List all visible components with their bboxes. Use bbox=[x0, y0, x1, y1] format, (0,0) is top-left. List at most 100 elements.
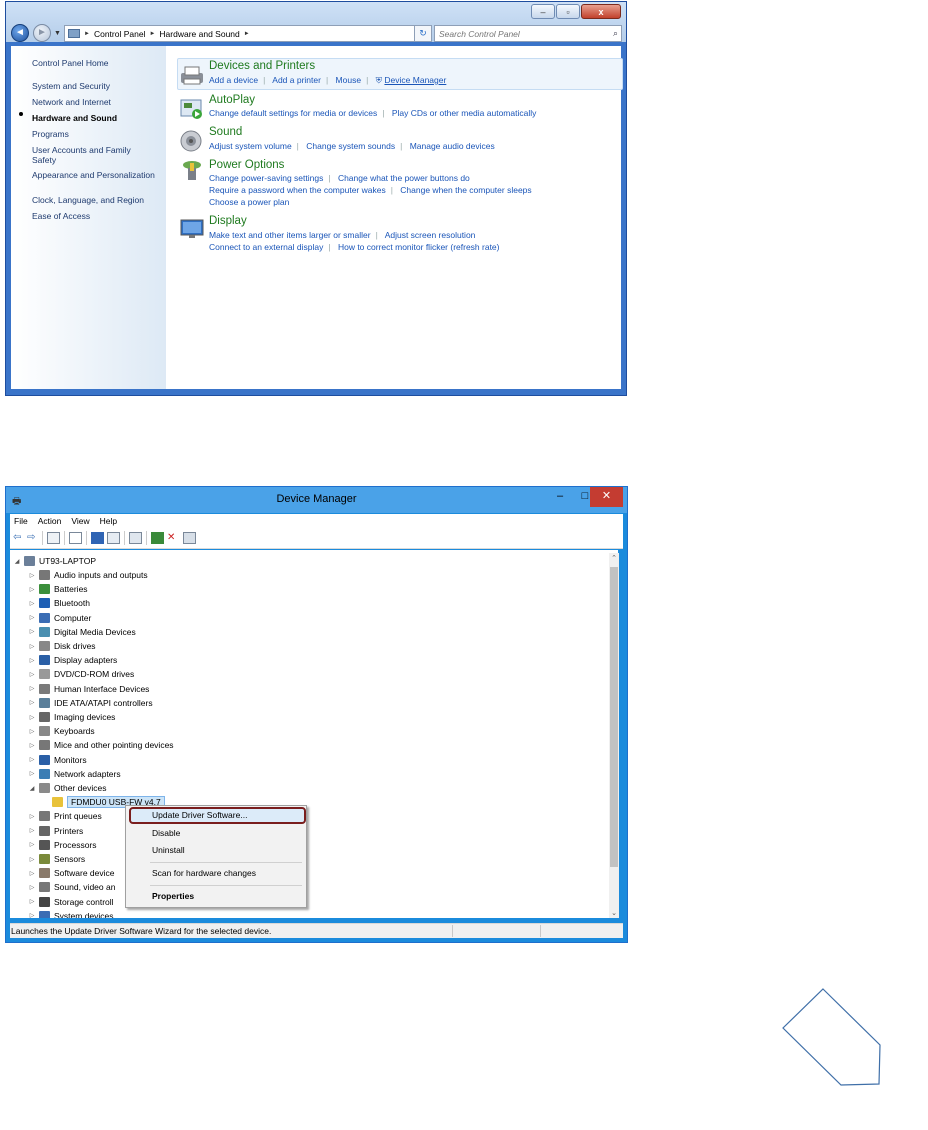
address-bar[interactable]: ► Control Panel ► Hardware and Sound ► ▼ bbox=[64, 25, 426, 42]
power-plan-link[interactable]: Choose a power plan bbox=[209, 197, 289, 207]
expand-icon[interactable]: ▷ bbox=[27, 614, 37, 621]
scroll-up-icon[interactable]: ⌃ bbox=[609, 554, 619, 562]
back-arrow-icon[interactable]: ⇦ bbox=[13, 532, 26, 544]
expand-icon[interactable]: ▷ bbox=[27, 643, 37, 650]
expand-icon[interactable]: ▷ bbox=[27, 600, 37, 607]
menu-action[interactable]: Action bbox=[34, 514, 68, 528]
require-password-link[interactable]: Require a password when the computer wak… bbox=[209, 185, 386, 195]
expand-icon[interactable]: ▷ bbox=[27, 657, 37, 664]
sidebar-item-user-accounts[interactable]: User Accounts and Family Safety bbox=[32, 145, 157, 165]
tree-item[interactable]: ▷ Network adapters bbox=[27, 767, 121, 781]
tree-item[interactable]: ▷ Processors bbox=[27, 838, 97, 852]
chevron-right-icon[interactable]: ► bbox=[244, 31, 250, 37]
tree-item[interactable]: ▷ Bluetooth bbox=[27, 596, 90, 610]
expand-icon[interactable]: ▷ bbox=[27, 813, 37, 820]
tree-item[interactable]: ▷ Batteries bbox=[27, 582, 88, 596]
scroll-thumb[interactable] bbox=[610, 567, 618, 867]
tree-item[interactable]: ▷ Imaging devices bbox=[27, 710, 115, 724]
uninstall-icon[interactable]: ✕ bbox=[167, 532, 180, 544]
add-device-link[interactable]: Add a device bbox=[209, 75, 258, 85]
menu-item-properties[interactable]: Properties bbox=[152, 891, 194, 901]
tree-item[interactable]: ▷ Disk drives bbox=[27, 639, 96, 653]
expand-icon[interactable]: ▷ bbox=[27, 827, 37, 834]
menu-item-update-driver[interactable]: Update Driver Software... bbox=[152, 810, 247, 820]
menu-view[interactable]: View bbox=[67, 514, 95, 528]
monitor-flicker-link[interactable]: How to correct monitor flicker (refresh … bbox=[338, 242, 500, 252]
show-hide-tree-icon[interactable] bbox=[47, 532, 60, 544]
menu-help[interactable]: Help bbox=[96, 514, 123, 528]
sidebar-item-home[interactable]: Control Panel Home bbox=[32, 58, 157, 68]
menu-file[interactable]: File bbox=[10, 514, 34, 528]
minimize-button[interactable]: ‒ bbox=[531, 4, 555, 19]
tree-item[interactable]: ▷ IDE ATA/ATAPI controllers bbox=[27, 696, 153, 710]
sidebar-item-clock-region[interactable]: Clock, Language, and Region bbox=[32, 195, 157, 205]
help-icon[interactable] bbox=[91, 532, 104, 544]
expand-icon[interactable]: ▷ bbox=[27, 714, 37, 721]
refresh-button[interactable]: ↻ bbox=[414, 25, 432, 42]
collapse-icon[interactable]: ◢ bbox=[12, 558, 22, 565]
category-display-title[interactable]: Display bbox=[209, 215, 247, 227]
forward-arrow-icon[interactable]: ⇨ bbox=[27, 532, 40, 544]
view-icon[interactable] bbox=[107, 532, 120, 544]
category-power-title[interactable]: Power Options bbox=[209, 159, 284, 171]
tree-item[interactable]: ▷ System devices bbox=[27, 909, 114, 918]
tree-item[interactable]: ▷ Audio inputs and outputs bbox=[27, 568, 148, 582]
expand-icon[interactable]: ▷ bbox=[27, 756, 37, 763]
expand-icon[interactable]: ▷ bbox=[27, 770, 37, 777]
expand-icon[interactable]: ▷ bbox=[27, 742, 37, 749]
maximize-button[interactable]: ▫ bbox=[556, 4, 580, 19]
search-box[interactable]: ⌕ bbox=[434, 25, 622, 42]
forward-button[interactable]: ► bbox=[33, 24, 51, 42]
expand-icon[interactable]: ▷ bbox=[27, 685, 37, 692]
menu-item-scan[interactable]: Scan for hardware changes bbox=[152, 868, 256, 878]
sidebar-item-appearance[interactable]: Appearance and Personalization bbox=[32, 170, 157, 180]
search-icon[interactable]: ⌕ bbox=[613, 28, 618, 39]
adjust-volume-link[interactable]: Adjust system volume bbox=[209, 141, 292, 151]
expand-icon[interactable]: ▷ bbox=[27, 586, 37, 593]
power-buttons-link[interactable]: Change what the power buttons do bbox=[338, 173, 470, 183]
add-printer-link[interactable]: Add a printer bbox=[272, 75, 321, 85]
tree-item[interactable]: ◢ Other devices bbox=[27, 781, 106, 795]
mouse-link[interactable]: Mouse bbox=[336, 75, 362, 85]
expand-icon[interactable]: ▷ bbox=[27, 856, 37, 863]
power-saving-link[interactable]: Change power-saving settings bbox=[209, 173, 323, 183]
tree-item[interactable]: ▷ Print queues bbox=[27, 809, 102, 823]
menu-item-uninstall[interactable]: Uninstall bbox=[152, 845, 185, 855]
computer-sleeps-link[interactable]: Change when the computer sleeps bbox=[400, 185, 531, 195]
text-size-link[interactable]: Make text and other items larger or smal… bbox=[209, 230, 371, 240]
tree-item[interactable]: ▷ Display adapters bbox=[27, 653, 117, 667]
collapse-icon[interactable]: ◢ bbox=[27, 785, 37, 792]
tree-item[interactable]: ▷ Storage controll bbox=[27, 895, 114, 909]
category-devices-printers-title[interactable]: Devices and Printers bbox=[209, 60, 315, 72]
tree-item[interactable]: ▷ Sound, video an bbox=[27, 880, 115, 894]
tree-item[interactable]: ▷ DVD/CD-ROM drives bbox=[27, 667, 134, 681]
expand-icon[interactable]: ▷ bbox=[27, 870, 37, 877]
tree-item[interactable]: ▷ Software device bbox=[27, 866, 114, 880]
category-sound-title[interactable]: Sound bbox=[209, 126, 242, 138]
recent-pages-dropdown-icon[interactable]: ▼ bbox=[54, 30, 61, 37]
sidebar-item-network[interactable]: Network and Internet bbox=[32, 97, 157, 107]
tree-item[interactable]: ▷ Computer bbox=[27, 611, 91, 625]
tree-item[interactable]: ▷ Keyboards bbox=[27, 724, 95, 738]
category-autoplay-title[interactable]: AutoPlay bbox=[209, 94, 255, 106]
screen-resolution-link[interactable]: Adjust screen resolution bbox=[385, 230, 476, 240]
expand-icon[interactable]: ▷ bbox=[27, 841, 37, 848]
update-driver-icon[interactable] bbox=[151, 532, 164, 544]
manage-audio-link[interactable]: Manage audio devices bbox=[410, 141, 495, 151]
breadcrumb-control-panel[interactable]: Control Panel bbox=[94, 29, 146, 39]
sidebar-item-system-security[interactable]: System and Security bbox=[32, 81, 157, 91]
tree-item[interactable]: ▷ Digital Media Devices bbox=[27, 625, 136, 639]
expand-icon[interactable]: ▷ bbox=[27, 728, 37, 735]
change-sounds-link[interactable]: Change system sounds bbox=[306, 141, 395, 151]
autoplay-defaults-link[interactable]: Change default settings for media or dev… bbox=[209, 108, 377, 118]
expand-icon[interactable]: ▷ bbox=[27, 884, 37, 891]
search-input[interactable] bbox=[435, 26, 603, 42]
back-button[interactable]: ◄ bbox=[11, 24, 29, 42]
tree-item[interactable]: ▷ Human Interface Devices bbox=[27, 682, 149, 696]
scroll-down-icon[interactable]: ⌄ bbox=[609, 909, 619, 917]
tree-item[interactable]: ▷ Mice and other pointing devices bbox=[27, 738, 174, 752]
close-button[interactable]: ✕ bbox=[590, 487, 623, 507]
expand-icon[interactable]: ▷ bbox=[27, 628, 37, 635]
expand-icon[interactable]: ▷ bbox=[27, 671, 37, 678]
expand-icon[interactable]: ▷ bbox=[27, 898, 37, 905]
